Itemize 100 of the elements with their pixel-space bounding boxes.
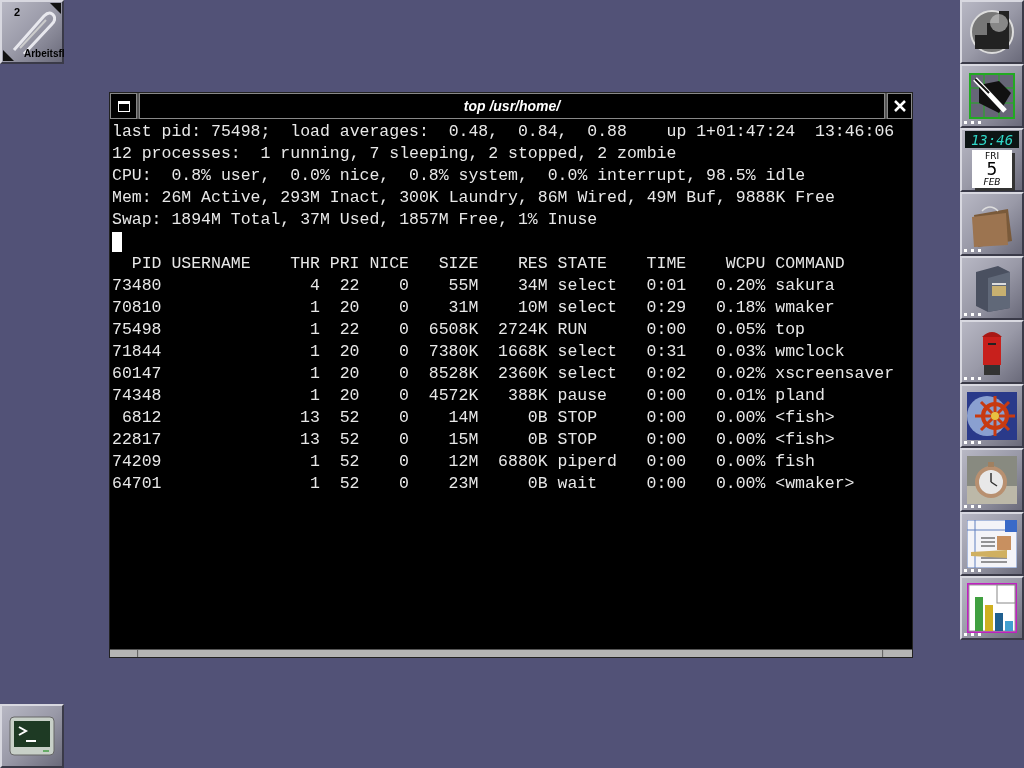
corner-arrow-icon: [3, 50, 14, 61]
table-cell: 74348: [112, 385, 162, 407]
table-cell-text: 0B: [526, 429, 548, 451]
table-cell-text: 0:29: [645, 297, 687, 319]
resize-handle[interactable]: [110, 650, 138, 657]
table-cell-text: 0:00: [645, 407, 687, 429]
dock-tile[interactable]: [960, 576, 1024, 640]
table-cell: 73480: [112, 275, 162, 297]
table-cell-text: top: [774, 319, 805, 341]
table-cell-text: <fish>: [774, 429, 835, 451]
postbox-icon: [981, 329, 1003, 375]
column-header: NICE: [368, 253, 409, 275]
table-cell-text: <fish>: [774, 407, 835, 429]
table-cell: 64701: [112, 473, 162, 495]
table-cell-text: 1: [309, 319, 320, 341]
table-cell: 71844: [112, 341, 162, 363]
minimize-button[interactable]: [110, 93, 137, 119]
table-cell-text: 0: [398, 385, 409, 407]
table-cell-text: 0B: [526, 473, 548, 495]
table-cell-text: xscreensaver: [774, 363, 895, 385]
column-header: TIME: [645, 253, 687, 275]
table-cell-text: 2360K: [497, 363, 548, 385]
terminal-line: CPU: 0.8% user, 0.0% nice, 0.8% system, 0.0% interrupt, 98.5% idle: [112, 166, 806, 185]
column-header: PID: [130, 253, 162, 275]
table-cell-text: 14M: [447, 407, 479, 429]
table-cell-text: 34M: [516, 275, 548, 297]
resize-handle[interactable]: [884, 650, 912, 657]
table-cell-text: 20: [338, 341, 360, 363]
column-header: SIZE: [437, 253, 479, 275]
calendar-month: FEB: [983, 178, 1001, 187]
table-cell-text: 4: [309, 275, 320, 297]
workspace-name: Arbeitsfl: [24, 47, 65, 61]
table-cell-text: 0.00%: [714, 473, 766, 495]
clock-time: 13:46: [970, 132, 1014, 147]
table-cell-text: 0:01: [645, 275, 687, 297]
close-icon: [893, 100, 906, 112]
table-cell-text: 0.00%: [714, 451, 766, 473]
table-cell-text: 52: [338, 407, 360, 429]
column-header: RES: [516, 253, 548, 275]
dock-tile[interactable]: [960, 320, 1024, 384]
table-cell-text: 0.03%: [714, 341, 766, 363]
dock-tile[interactable]: [960, 512, 1024, 576]
table-cell-text: 52: [338, 451, 360, 473]
column-header: PRI: [328, 253, 360, 275]
table-cell-text: 0.00%: [714, 429, 766, 451]
table-cell-text: 0:00: [645, 319, 687, 341]
dock-tile[interactable]: [960, 256, 1024, 320]
corner-arrow-icon: [50, 3, 61, 14]
dock-tile[interactable]: [960, 192, 1024, 256]
table-cell-text: wmclock: [774, 341, 845, 363]
table-cell-text: 13: [299, 407, 320, 429]
table-cell: 70810: [112, 297, 162, 319]
table-cell-text: 20: [338, 385, 360, 407]
table-cell-text: 1: [309, 473, 320, 495]
ship-wheel-icon: [967, 392, 1017, 440]
table-cell-text: 6508K: [427, 319, 479, 341]
table-cell-text: 15M: [447, 429, 479, 451]
table-cell-text: select: [556, 297, 617, 319]
table-cell-text: 0: [398, 473, 409, 495]
column-header: USERNAME: [170, 253, 251, 275]
screwdriver-icon: [969, 73, 1015, 119]
table-cell-text: 0:31: [645, 341, 687, 363]
table-cell-text: STOP: [556, 407, 599, 429]
workspace-tile[interactable]: 2 Arbeitsfl: [0, 0, 64, 64]
dock-tile[interactable]: 13:46 FRI 5 FEB: [960, 128, 1024, 192]
pocket-watch-icon: [967, 456, 1017, 504]
window-title: top /usr/home/: [463, 96, 561, 116]
dock-tile[interactable]: [960, 0, 1024, 64]
dock-tile[interactable]: [960, 448, 1024, 512]
table-cell-text: 0.01%: [714, 385, 766, 407]
table-cell-text: wait: [556, 473, 599, 495]
table-cell-text: select: [556, 363, 617, 385]
table-cell-text: 0B: [526, 407, 548, 429]
terminal-cursor: [112, 232, 122, 252]
table-cell-text: 0:00: [645, 385, 687, 407]
document-pen-icon: [967, 520, 1017, 568]
table-cell-text: 1: [309, 297, 320, 319]
table-cell: 75498: [112, 319, 162, 341]
close-button[interactable]: [887, 93, 912, 119]
terminal-icon: [9, 716, 55, 756]
table-cell-text: 1: [309, 385, 320, 407]
table-cell: 60147: [112, 363, 162, 385]
table-cell-text: 12M: [447, 451, 479, 473]
table-cell-text: 55M: [447, 275, 479, 297]
table-cell-text: 52: [338, 473, 360, 495]
table-cell-text: 7380K: [427, 341, 479, 363]
sphere-icon: [969, 9, 1015, 55]
table-cell-text: 0.18%: [714, 297, 766, 319]
table-cell-text: 0.00%: [714, 407, 766, 429]
dock-tile[interactable]: [960, 384, 1024, 448]
dock-tile[interactable]: [960, 64, 1024, 128]
table-cell-text: 0:02: [645, 363, 687, 385]
table-cell: 74209: [112, 451, 162, 473]
table-cell-text: 0.05%: [714, 319, 766, 341]
app-icon-tile[interactable]: [0, 704, 64, 768]
table-cell-text: 13: [299, 429, 320, 451]
table-cell-text: fish: [774, 451, 815, 473]
title-bar[interactable]: top /usr/home/: [139, 93, 885, 119]
calendar-weekday: FRI: [984, 152, 1000, 161]
table-cell-text: 0: [398, 319, 409, 341]
